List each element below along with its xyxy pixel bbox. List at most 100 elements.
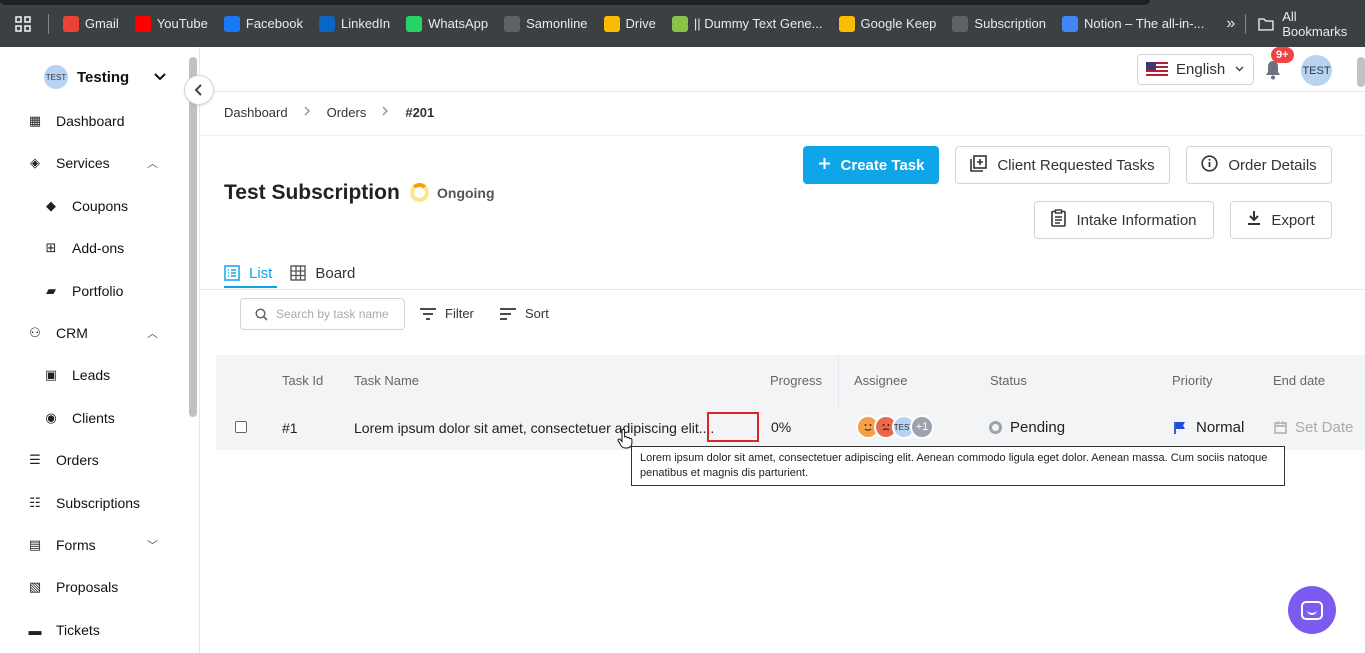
client-requested-tasks-button[interactable]: Client Requested Tasks: [955, 146, 1170, 184]
sidebar-item-label: Leads: [72, 367, 111, 383]
create-task-button[interactable]: Create Task: [803, 146, 939, 184]
bell-icon[interactable]: [1264, 60, 1282, 85]
sidebar-item-leads[interactable]: ▣ Leads: [44, 367, 179, 383]
bookmark-item[interactable]: Gmail: [55, 0, 127, 47]
sort-icon: [500, 307, 516, 320]
filter-icon: [420, 307, 436, 320]
task-status[interactable]: Pending: [989, 419, 1065, 436]
language-select[interactable]: English: [1137, 54, 1254, 85]
sidebar-item-crm[interactable]: ⚇ CRM ︿: [28, 325, 158, 341]
main-scrollbar[interactable]: [1357, 57, 1365, 87]
status-badge: Ongoing: [410, 183, 495, 202]
assignee-group[interactable]: TEST +1: [856, 415, 934, 439]
chevron-down-icon[interactable]: ﹀: [147, 537, 158, 553]
task-priority[interactable]: Normal: [1174, 419, 1244, 436]
drive-icon: [603, 15, 620, 32]
header-end-date[interactable]: End date: [1273, 373, 1325, 388]
export-button[interactable]: Export: [1230, 201, 1332, 239]
sidebar-scrollbar[interactable]: [189, 57, 197, 417]
bookmark-item[interactable]: Drive: [596, 0, 664, 47]
bookmark-item[interactable]: Subscription: [944, 0, 1054, 47]
folder-icon: [1258, 17, 1274, 31]
chat-support-button[interactable]: [1288, 586, 1336, 634]
sidebar-item-tickets[interactable]: ▬ Tickets: [28, 622, 158, 638]
header-priority[interactable]: Priority: [1172, 373, 1212, 388]
row-checkbox[interactable]: [235, 421, 247, 433]
task-name[interactable]: Lorem ipsum dolor sit amet, consectetuer…: [354, 420, 714, 436]
tabs-divider: [200, 289, 1365, 290]
bookmark-item[interactable]: WhatsApp: [398, 0, 496, 47]
sidebar-item-proposals[interactable]: ▧ Proposals: [28, 579, 158, 595]
add-square-icon: [970, 154, 988, 176]
sidebar-item-services[interactable]: ◈ Services ︿: [28, 155, 158, 171]
grid-icon: [290, 265, 307, 281]
tab-board[interactable]: Board: [290, 258, 355, 288]
sidebar-item-clients[interactable]: ◉ Clients: [44, 410, 179, 426]
sidebar-item-label: CRM: [56, 325, 88, 341]
create-task-label: Create Task: [840, 156, 925, 174]
list-icon: [224, 265, 240, 281]
notion-icon: [1061, 15, 1078, 32]
bookmark-item[interactable]: Samonline: [496, 0, 595, 47]
task-end-date[interactable]: Set Date: [1274, 419, 1353, 436]
header-task-name[interactable]: Task Name: [354, 373, 419, 388]
workspace-switcher[interactable]: TEST Testing: [44, 65, 166, 89]
all-bookmarks-button[interactable]: All Bookmarks: [1245, 9, 1365, 39]
notification-badge: 9+: [1271, 47, 1294, 63]
sort-button[interactable]: Sort: [500, 306, 549, 321]
sidebar-item-dashboard[interactable]: ▦ Dashboard: [28, 113, 158, 129]
chevron-up-icon[interactable]: ︿: [147, 325, 158, 341]
sidebar-item-subscriptions[interactable]: ☷ Subscriptions: [28, 495, 158, 511]
breadcrumb-current: #201: [405, 105, 435, 120]
table-row[interactable]: #1 Lorem ipsum dolor sit amet, consectet…: [216, 408, 1365, 450]
bookmark-item[interactable]: LinkedIn: [311, 0, 398, 47]
dashboard-icon: ▦: [28, 113, 42, 128]
filter-label: Filter: [445, 306, 474, 321]
bookmark-label: || Dummy Text Gene...: [693, 16, 823, 31]
status-label: Ongoing: [437, 184, 495, 201]
more-bookmarks-icon[interactable]: »: [1226, 15, 1235, 33]
sidebar-item-forms[interactable]: ▤ Forms ﹀: [28, 537, 158, 553]
bookmark-item[interactable]: YouTube: [127, 0, 216, 47]
sidebar-item-coupons[interactable]: ◆ Coupons: [44, 198, 179, 214]
user-avatar[interactable]: TEST: [1301, 55, 1332, 86]
portfolio-icon: ▰: [46, 283, 56, 298]
intake-information-button[interactable]: Intake Information: [1034, 201, 1214, 239]
services-icon: ◈: [30, 155, 40, 170]
collapse-sidebar-button[interactable]: [184, 75, 214, 105]
tab-list[interactable]: List: [224, 258, 272, 288]
bookmark-item[interactable]: Notion – The all-in-...: [1054, 0, 1212, 47]
bookmarks-separator: [47, 13, 49, 34]
search-input[interactable]: [276, 307, 398, 321]
header-progress[interactable]: Progress: [770, 373, 822, 388]
header-status[interactable]: Status: [990, 373, 1027, 388]
sidebar-item-orders[interactable]: ☰ Orders: [28, 452, 158, 468]
filter-button[interactable]: Filter: [420, 306, 474, 321]
chevron-up-icon[interactable]: ︿: [147, 155, 158, 171]
all-bookmarks-label: All Bookmarks: [1282, 8, 1348, 39]
chevron-down-icon: [1235, 64, 1244, 75]
keep-icon: [838, 15, 855, 32]
bookmark-item[interactable]: Facebook: [216, 0, 311, 47]
chevron-left-icon: [194, 84, 202, 96]
progress-ring-icon: [410, 183, 429, 202]
sidebar-item-portfolio[interactable]: ▰ Portfolio: [44, 283, 179, 299]
bookmarks-bar: Gmail YouTube Facebook LinkedIn WhatsApp Samo…: [0, 0, 1365, 47]
bookmark-item[interactable]: || Dummy Text Gene...: [664, 0, 831, 47]
bookmark-label: WhatsApp: [428, 16, 489, 31]
crm-icon: ⚇: [29, 325, 41, 340]
breadcrumb-dashboard[interactable]: Dashboard: [224, 105, 288, 120]
header-assignee[interactable]: Assignee: [854, 373, 907, 388]
breadcrumb-orders[interactable]: Orders: [327, 105, 367, 120]
tickets-icon: ▬: [28, 622, 42, 638]
order-details-button[interactable]: Order Details: [1186, 146, 1332, 184]
bookmark-label: YouTube: [156, 16, 208, 31]
table-header: Task Id Task Name Progress Assignee Stat…: [216, 355, 1365, 408]
header-task-id[interactable]: Task Id: [282, 373, 323, 388]
bookmark-label: Notion – The all-in-...: [1083, 16, 1205, 31]
export-label: Export: [1271, 211, 1315, 229]
bookmark-item[interactable]: Google Keep: [831, 0, 945, 47]
apps-grid-icon[interactable]: [0, 0, 46, 47]
sidebar-item-add-ons[interactable]: ⊞ Add-ons: [44, 240, 179, 256]
leads-icon: ▣: [44, 367, 58, 382]
